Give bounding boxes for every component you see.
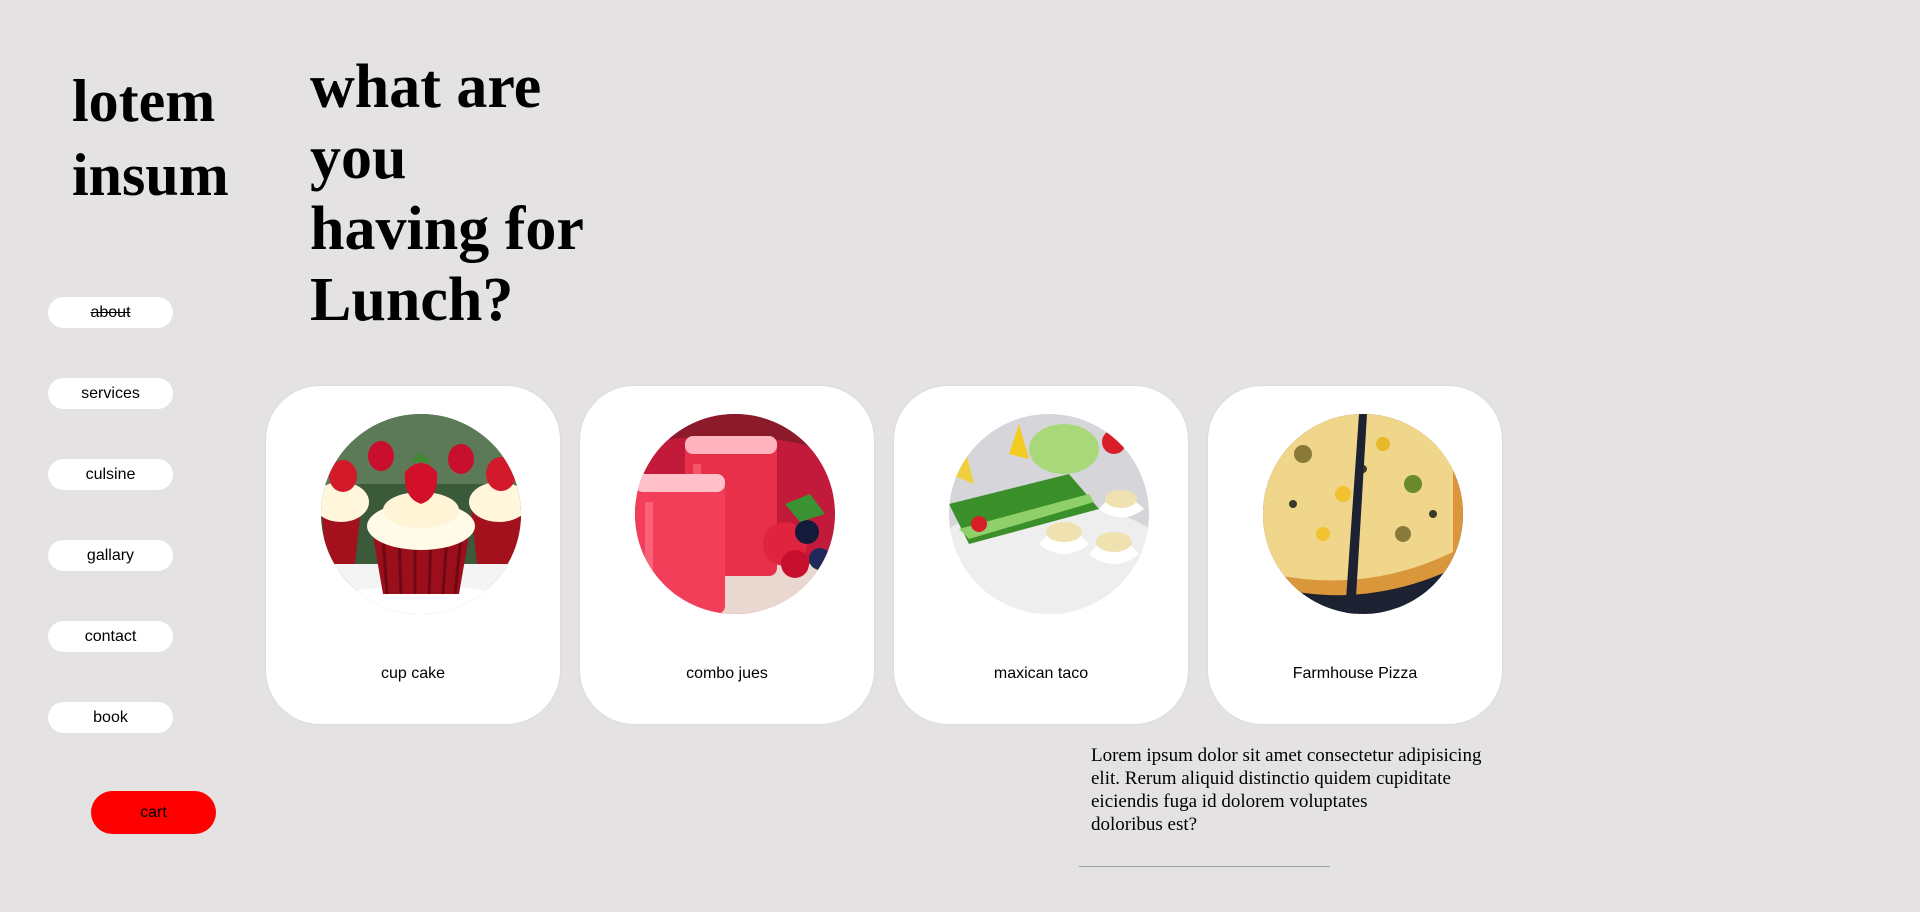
food-card-pizza[interactable]: Farmhouse Pizza bbox=[1208, 386, 1502, 724]
taco-photo bbox=[949, 414, 1149, 614]
headline-line-2: you bbox=[310, 124, 407, 192]
page: lotem insum what are you having for Lunc… bbox=[0, 0, 1920, 912]
food-card-label: cup cake bbox=[380, 665, 446, 682]
blurb-line-1: Lorem ipsum dolor sit amet consectetur a… bbox=[1091, 745, 1482, 766]
main-nav: about services culsine gallary contact b… bbox=[48, 297, 173, 783]
pizza-photo bbox=[1263, 414, 1463, 614]
cart-button[interactable]: cart bbox=[91, 791, 216, 834]
brand-logo[interactable]: lotem insum bbox=[72, 64, 262, 212]
headline-line-3: having for bbox=[310, 195, 584, 263]
food-card-label: Farmhouse Pizza bbox=[1292, 665, 1418, 682]
food-card-taco[interactable]: maxican taco bbox=[894, 386, 1188, 724]
blurb-line-3: eiciendis fuga id dolorem voluptates bbox=[1091, 791, 1368, 812]
juice-photo bbox=[635, 414, 835, 614]
brand-line-1: lotem bbox=[72, 68, 216, 134]
food-card-label: combo jues bbox=[686, 665, 768, 682]
food-card-label: maxican taco bbox=[993, 665, 1089, 682]
page-title: what are you having for Lunch? bbox=[310, 52, 610, 336]
blurb-line-4: doloribus est? bbox=[1091, 814, 1198, 835]
nav-item-contact[interactable]: contact bbox=[48, 621, 173, 652]
brand-line-2: insum bbox=[72, 142, 229, 208]
divider bbox=[1079, 866, 1330, 867]
nav-item-culsine[interactable]: culsine bbox=[48, 459, 173, 490]
intro-paragraph: Lorem ipsum dolor sit amet consectetur a… bbox=[1091, 744, 1511, 836]
cupcakes-photo bbox=[321, 414, 521, 614]
nav-item-about[interactable]: about bbox=[48, 297, 173, 328]
headline-line-1: what are bbox=[310, 53, 542, 121]
food-card-cupcake[interactable]: cup cake bbox=[266, 386, 560, 724]
nav-item-services[interactable]: services bbox=[48, 378, 173, 409]
blurb-line-2: elit. Rerum aliquid distinctio quidem cu… bbox=[1091, 768, 1451, 789]
nav-item-gallary[interactable]: gallary bbox=[48, 540, 173, 571]
food-card-juice[interactable]: combo jues bbox=[580, 386, 874, 724]
headline-line-4: Lunch? bbox=[310, 266, 514, 334]
nav-item-book[interactable]: book bbox=[48, 702, 173, 733]
